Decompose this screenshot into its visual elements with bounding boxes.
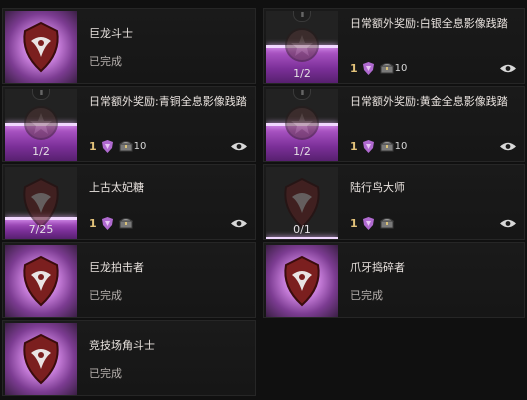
achievement-title: 巨龙斗士 [89, 27, 133, 40]
achievement-icon-frame [266, 245, 338, 317]
reward-row: 1 10 [89, 138, 247, 154]
eye-icon[interactable] [500, 219, 516, 228]
achievement-point-shield-icon [362, 139, 374, 153]
achievement-point-shield-icon [101, 139, 113, 153]
achievement-icon-frame [5, 245, 77, 317]
achievement-card-daily-bronze[interactable]: II 1/2 日常额外奖励:青铜全息影像践踏 1 10 [2, 86, 256, 162]
progress-text: 1/2 [293, 67, 311, 80]
achievement-icon-frame: 7/25 [5, 167, 77, 239]
achievement-points: 1 [350, 139, 358, 153]
dragon-emblem-icon [23, 255, 59, 307]
achievement-status: 已完成 [350, 289, 383, 302]
achievement-points: 1 [350, 61, 358, 75]
achievement-title: 竞技场角斗士 [89, 339, 155, 352]
achievement-title: 日常额外奖励:黄金全息影像践踏 [350, 95, 508, 108]
achievement-card-dragon-slammer[interactable]: 巨龙拍击者 已完成 [2, 242, 256, 318]
achievement-status: 已完成 [89, 289, 122, 302]
eye-icon[interactable] [500, 142, 516, 151]
eye-icon[interactable] [500, 64, 516, 73]
achievement-title: 巨龙拍击者 [89, 261, 144, 274]
achievement-status: 已完成 [89, 55, 122, 68]
reward-row: 1 [89, 215, 247, 231]
achievement-card-daily-gold[interactable]: II 1/2 日常额外奖励:黄金全息影像践踏 1 10 [263, 86, 525, 162]
reward-chest-icon[interactable] [118, 140, 133, 152]
progress-text: 1/2 [32, 145, 50, 158]
achievement-points: 1 [89, 139, 97, 153]
reward-row: 1 10 [350, 60, 516, 76]
achievement-icon-frame: 0/1 [266, 167, 338, 239]
achievement-points: 1 [89, 216, 97, 230]
achievement-points: 1 [350, 216, 358, 230]
achievement-card-dragon-champion[interactable]: 巨龙斗士 已完成 [2, 8, 256, 84]
achievement-card-minion-crusher[interactable]: 爪牙捣碎者 已完成 [263, 242, 525, 318]
achievement-icon-frame: II 1/2 [266, 89, 338, 161]
reward-chest-icon[interactable] [379, 140, 394, 152]
achievement-icon-frame: II 1/2 [266, 11, 338, 83]
achievement-point-shield-icon [101, 216, 113, 230]
eye-icon[interactable] [231, 219, 247, 228]
achievement-icon-frame: II 1/2 [5, 89, 77, 161]
achievement-title: 爪牙捣碎者 [350, 261, 405, 274]
achievement-title: 上古太妃糖 [89, 181, 144, 194]
achievement-icon-frame [5, 11, 77, 83]
progress-text: 1/2 [293, 145, 311, 158]
reward-chest-icon[interactable] [118, 217, 133, 229]
dragon-emblem-icon [23, 333, 59, 385]
dragon-emblem-icon [23, 21, 59, 73]
achievement-icon-frame [5, 323, 77, 395]
achievement-card-daily-silver[interactable]: II 1/2 日常额外奖励:白银全息影像践踏 1 10 [263, 8, 525, 84]
chest-count: 10 [133, 140, 147, 152]
reward-row: 1 [350, 215, 516, 231]
achievement-status: 已完成 [89, 367, 122, 380]
reward-row: 1 10 [350, 138, 516, 154]
achievement-card-chocobo-master[interactable]: 0/1 陆行鸟大师 1 [263, 164, 525, 240]
eye-icon[interactable] [231, 142, 247, 151]
achievement-card-ancient-toffee[interactable]: 7/25 上古太妃糖 1 [2, 164, 256, 240]
chest-count: 10 [394, 140, 408, 152]
progress-text: 7/25 [28, 223, 54, 236]
achievement-title: 日常额外奖励:白银全息影像践踏 [350, 17, 508, 30]
achievement-point-shield-icon [362, 216, 374, 230]
achievement-card-arena-gladiator[interactable]: 竞技场角斗士 已完成 [2, 320, 256, 396]
reward-chest-icon[interactable] [379, 217, 394, 229]
achievement-title: 日常额外奖励:青铜全息影像践踏 [89, 95, 247, 108]
achievement-title: 陆行鸟大师 [350, 181, 405, 194]
reward-chest-icon[interactable] [379, 62, 394, 74]
progress-text: 0/1 [293, 223, 311, 236]
dragon-emblem-icon [284, 255, 320, 307]
achievement-point-shield-icon [362, 61, 374, 75]
chest-count: 10 [394, 62, 408, 74]
